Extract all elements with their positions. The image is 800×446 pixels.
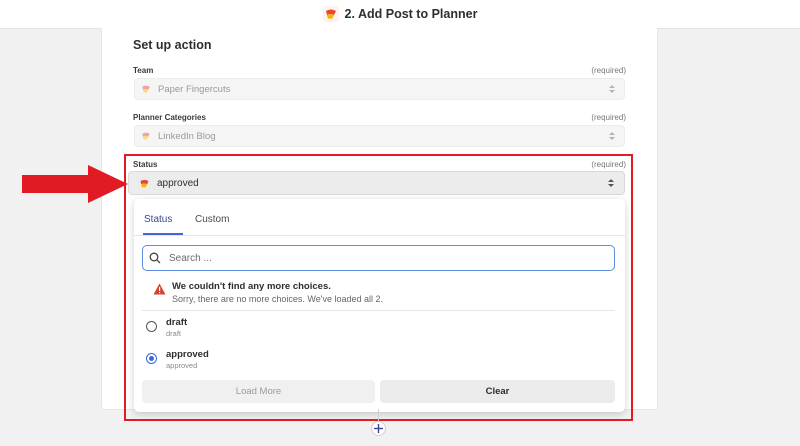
red-arrow-icon (22, 165, 128, 203)
notice-title: We couldn't find any more choices. (172, 281, 331, 292)
step-header: 2. Add Post to Planner (0, 0, 800, 29)
divider (142, 310, 615, 311)
app-logo-icon (140, 179, 149, 188)
status-dropdown: Status Custom We couldn't find any more … (134, 199, 625, 412)
team-required: (required) (591, 66, 626, 75)
option-sublabel: approved (166, 361, 198, 370)
step-title: 2. Add Post to Planner (344, 7, 478, 21)
option-sublabel: draft (166, 329, 182, 338)
status-required: (required) (591, 160, 626, 169)
app-logo-icon (142, 85, 150, 93)
search-box[interactable] (142, 245, 615, 271)
search-input[interactable] (167, 251, 591, 265)
section-title: Set up action (133, 38, 212, 52)
warning-icon (153, 283, 166, 295)
load-more-button[interactable]: Load More (142, 380, 375, 403)
notice-subtitle: Sorry, there are no more choices. We've … (172, 294, 383, 304)
status-value: approved (157, 177, 199, 189)
add-step-button[interactable] (371, 421, 386, 436)
categories-required: (required) (591, 113, 626, 122)
team-label: Team (133, 66, 154, 75)
categories-select[interactable]: LinkedIn Blog (134, 125, 625, 147)
radio-button-selected[interactable] (146, 353, 157, 364)
chevron-updown-icon (609, 85, 615, 93)
clear-button[interactable]: Clear (380, 380, 615, 403)
plus-icon (374, 424, 383, 433)
categories-value: LinkedIn Blog (158, 130, 216, 142)
option-approved[interactable]: approved approved (146, 349, 606, 375)
tab-status[interactable]: Status (144, 214, 172, 225)
team-value: Paper Fingercuts (158, 83, 231, 95)
status-label: Status (133, 160, 158, 169)
status-select[interactable]: approved (128, 171, 625, 195)
categories-label: Planner Categories (133, 113, 206, 122)
option-draft[interactable]: draft draft (146, 317, 606, 343)
search-icon (149, 252, 161, 264)
option-label: draft (166, 317, 188, 328)
active-tab-indicator (143, 233, 183, 235)
radio-button[interactable] (146, 321, 157, 332)
chevron-updown-icon (609, 132, 615, 140)
step-connector (378, 409, 379, 421)
team-select[interactable]: Paper Fingercuts (134, 78, 625, 100)
option-label: approved (166, 349, 209, 360)
app-logo-icon (322, 6, 339, 22)
app-logo-icon (142, 132, 150, 140)
dropdown-tabs: Status Custom (134, 199, 625, 236)
tab-custom[interactable]: Custom (195, 214, 229, 225)
chevron-updown-icon (608, 179, 614, 187)
